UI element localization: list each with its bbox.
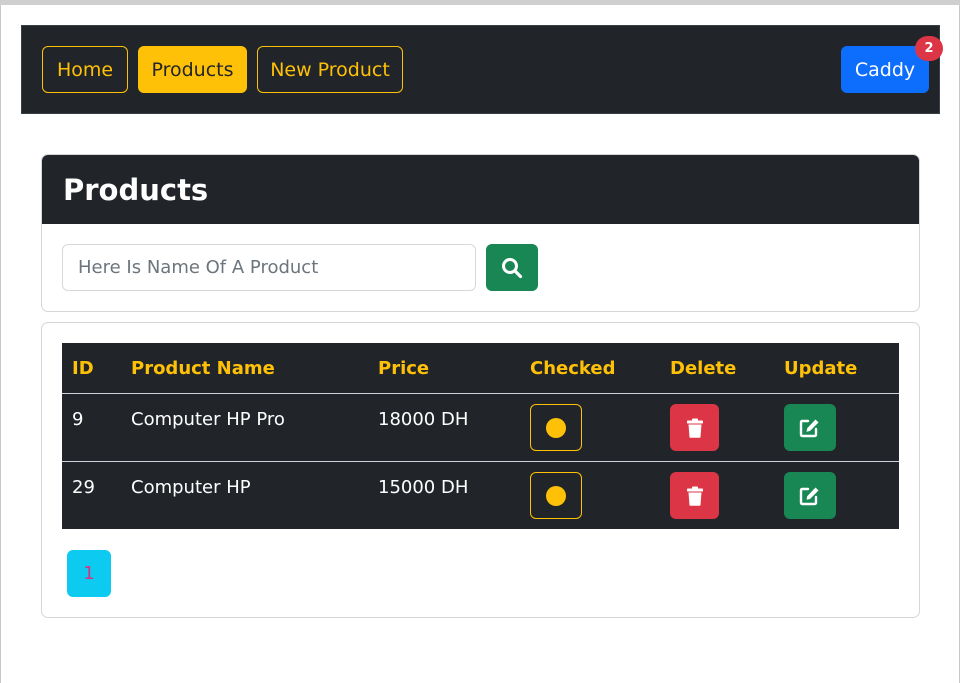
circle-icon: [546, 485, 566, 506]
products-card-header: Products: [42, 155, 919, 224]
delete-button[interactable]: [670, 472, 719, 519]
row-divider: [62, 393, 899, 394]
update-button[interactable]: [784, 404, 836, 451]
cell-price: 18000 DH: [378, 409, 469, 430]
cell-price: 15000 DH: [378, 477, 469, 498]
cell-product-name: Computer HP: [131, 477, 251, 498]
check-button[interactable]: [530, 472, 582, 519]
cell-id: 9: [72, 409, 84, 430]
products-table: ID Product Name Price Checked Delete Upd…: [62, 343, 899, 529]
update-button[interactable]: [784, 472, 836, 519]
header-update: Update: [784, 357, 858, 379]
top-navbar: Home Products New Product Caddy 2: [21, 25, 943, 114]
nav-new-product-button[interactable]: New Product: [257, 46, 403, 93]
header-id: ID: [72, 357, 94, 379]
search-button[interactable]: [486, 244, 538, 291]
products-search-card: Products: [41, 154, 920, 312]
header-delete: Delete: [670, 357, 737, 379]
browser-top-strip: [0, 0, 960, 5]
window-left-edge: [0, 5, 1, 683]
caddy-count-badge: 2: [915, 36, 943, 61]
header-product-name: Product Name: [131, 357, 275, 379]
cell-product-name: Computer HP Pro: [131, 409, 285, 430]
row-divider: [62, 461, 899, 462]
cell-id: 29: [72, 477, 95, 498]
header-price: Price: [378, 357, 430, 379]
products-table-card: ID Product Name Price Checked Delete Upd…: [41, 322, 920, 618]
check-button[interactable]: [530, 404, 582, 451]
trash-icon: [686, 418, 703, 438]
edit-icon: [799, 419, 819, 437]
search-icon: [502, 257, 523, 278]
edit-icon: [799, 487, 819, 505]
circle-icon: [546, 417, 566, 438]
trash-icon: [686, 486, 703, 506]
delete-button[interactable]: [670, 404, 719, 451]
page-title: Products: [63, 172, 209, 207]
product-search-input[interactable]: [62, 244, 476, 291]
pagination-page-button[interactable]: 1: [67, 550, 111, 597]
nav-home-button[interactable]: Home: [42, 46, 128, 93]
header-checked: Checked: [530, 357, 616, 379]
nav-products-button[interactable]: Products: [138, 46, 247, 93]
